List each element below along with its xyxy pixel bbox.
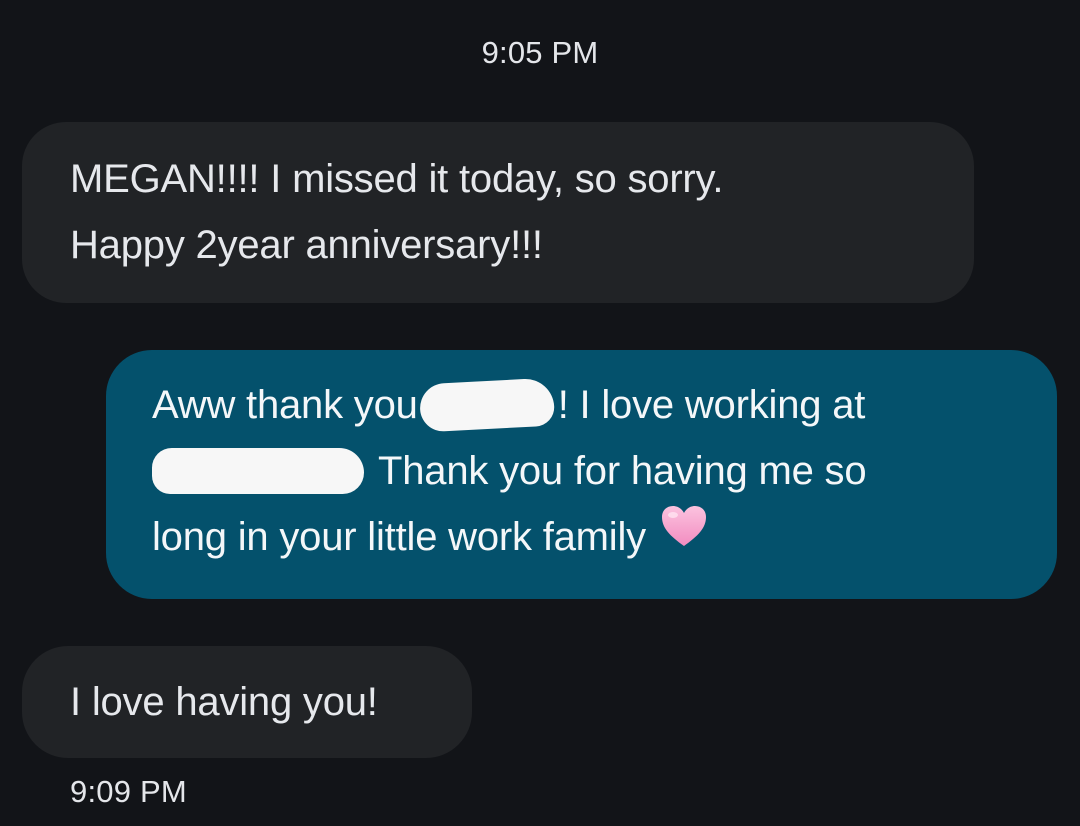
message-text: Aww thank you <box>152 383 418 427</box>
message-text-line: Aww thank you ! I love working at <box>152 372 1017 438</box>
incoming-message-bubble[interactable]: I love having you! <box>22 646 472 758</box>
message-text-line: Thank you for having me so <box>152 438 1017 504</box>
message-text-line: I love having you! <box>70 680 378 724</box>
timestamp: 9:09 PM <box>70 774 187 809</box>
outgoing-message-bubble[interactable]: Aww thank you ! I love working at Thank y… <box>106 350 1057 599</box>
message-text-line: MEGAN!!!! I missed it today, so sorry. <box>70 157 724 201</box>
incoming-message-bubble[interactable]: MEGAN!!!! I missed it today, so sorry. H… <box>22 122 974 303</box>
message-text: Thank you for having me so <box>378 449 867 493</box>
timestamp: 9:05 PM <box>481 35 599 70</box>
redaction-mark <box>418 377 555 433</box>
message-text-line: long in your little work family <box>152 504 1017 572</box>
pink-heart-icon <box>660 502 708 568</box>
message-text: long in your little work family <box>152 515 646 559</box>
redaction-mark <box>152 448 364 495</box>
message-text: ! I love working at <box>557 383 866 427</box>
message-text-line: Happy 2year anniversary!!! <box>70 223 543 267</box>
